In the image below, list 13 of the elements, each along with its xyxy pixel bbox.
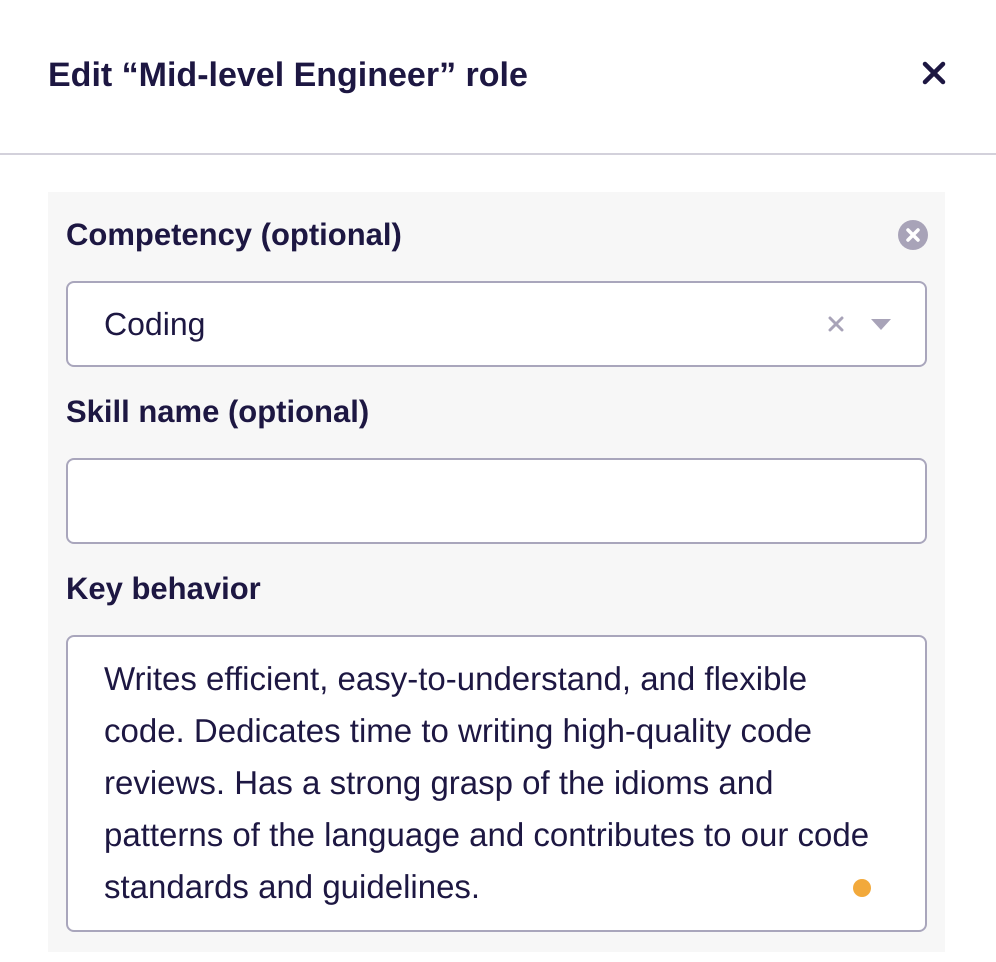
- field-label: Competency (optional): [66, 216, 402, 254]
- close-button[interactable]: [922, 61, 946, 85]
- caret-down-icon[interactable]: [871, 318, 891, 330]
- key-behavior-field[interactable]: Writes efficient, easy-to-understand, and flexible code. Dedicates time to writing high-quality code reviews. Has a strong grasp of the idioms and patterns of the language and contributes to our code standards and guidelines.: [66, 635, 927, 932]
- field-label: Key behavior: [66, 570, 261, 608]
- remove-button[interactable]: [898, 220, 928, 250]
- clear-icon[interactable]: [828, 316, 844, 332]
- dialog-title: Edit “Mid-level Engineer” role: [48, 55, 528, 96]
- close-icon: [922, 61, 946, 85]
- competency-select[interactable]: Coding: [66, 281, 927, 367]
- field-label: Skill name (optional): [66, 393, 370, 431]
- skill-name-field[interactable]: [66, 458, 927, 544]
- circle-close-icon: [898, 220, 928, 250]
